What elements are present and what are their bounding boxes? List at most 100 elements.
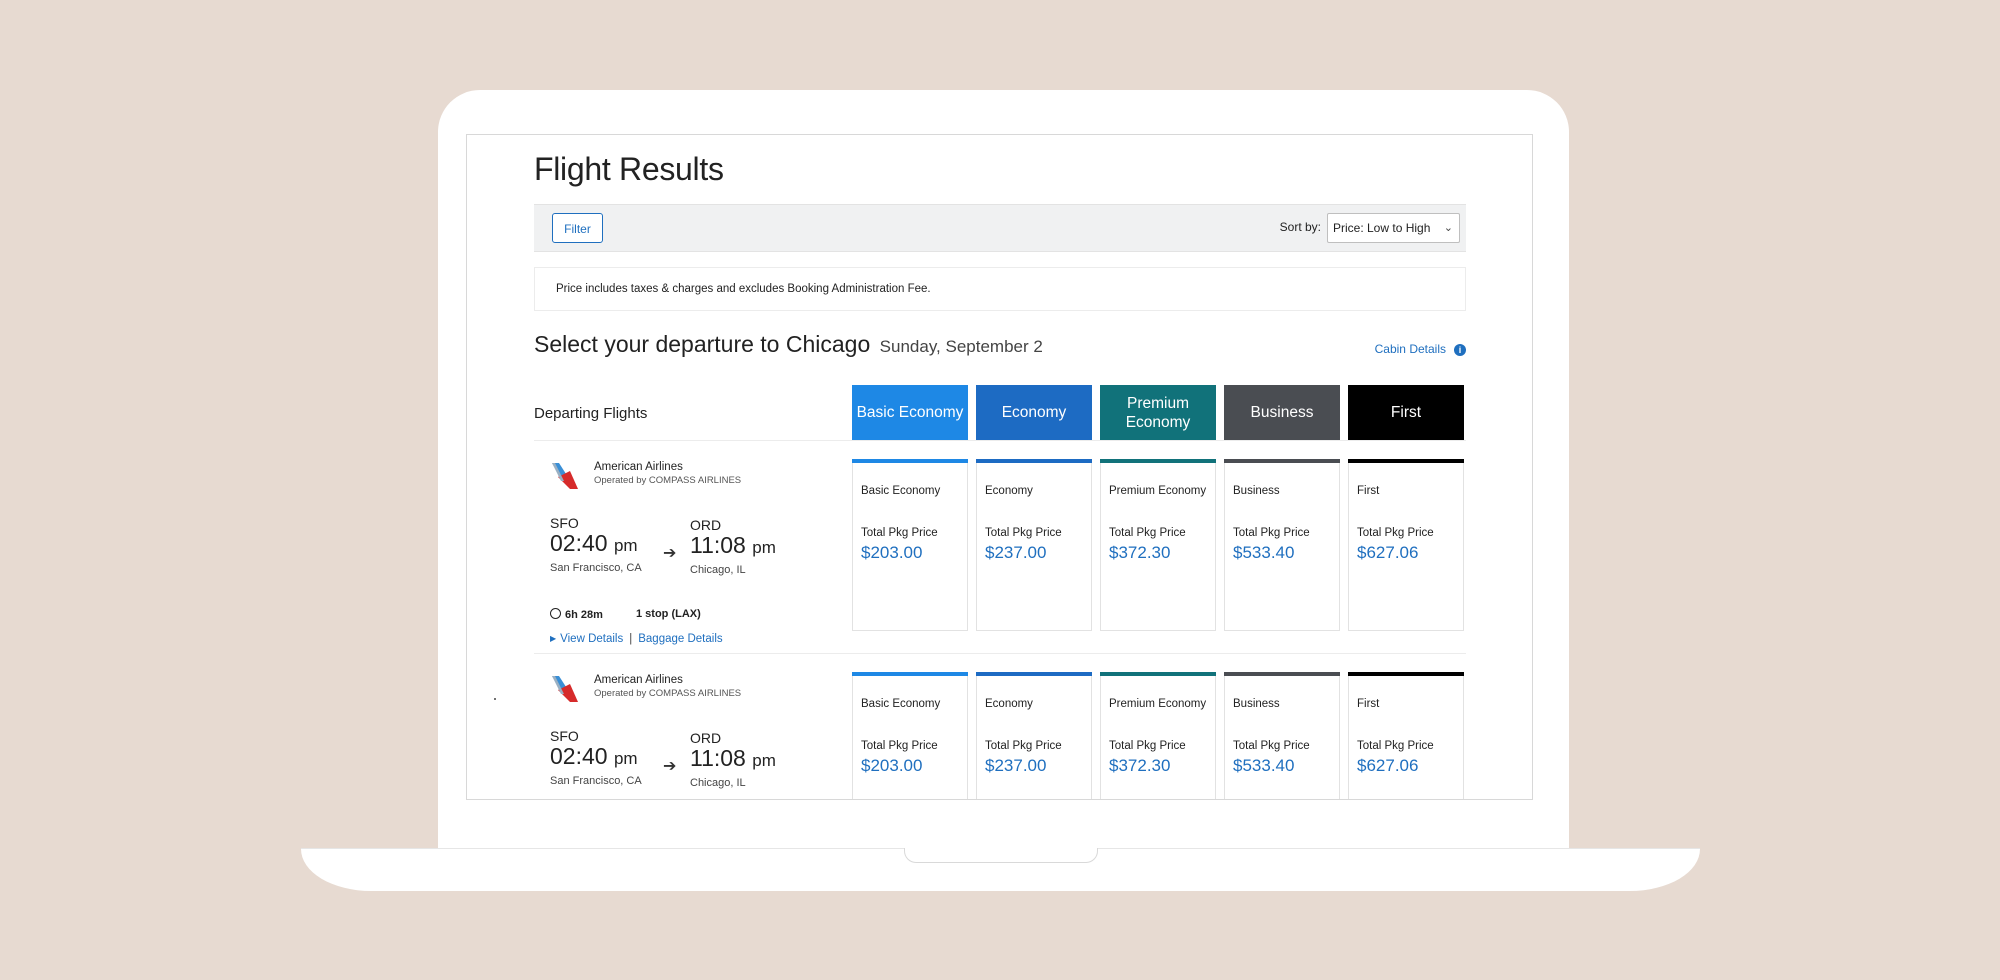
fare-color-bar	[1224, 459, 1340, 463]
fare-card[interactable]: Economy Total Pkg Price $237.00	[976, 672, 1092, 799]
row-divider	[534, 653, 1466, 654]
fare-card[interactable]: Business Total Pkg Price $533.40	[1224, 672, 1340, 799]
fare-price: $372.30	[1109, 756, 1171, 775]
fare-color-bar	[1100, 459, 1216, 463]
cabin-details-label: Cabin Details	[1374, 342, 1446, 356]
pkg-price-label: Total Pkg Price	[985, 527, 1062, 539]
sort-select-value: Price: Low to High	[1333, 221, 1431, 235]
destination-code: ORD	[690, 730, 722, 746]
pkg-price-label: Total Pkg Price	[985, 740, 1062, 752]
fare-name: Premium Economy	[1109, 698, 1207, 710]
arrive-ampm: pm	[752, 538, 776, 557]
depart-time: 02:40 pm	[550, 530, 638, 557]
sort-label: Sort by:	[1279, 220, 1321, 234]
section-heading: Select your departure to Chicago	[534, 331, 871, 357]
flight-links: ▶ View Details | Baggage Details	[550, 633, 723, 645]
cabin-header-premium-economy: Premium Economy	[1100, 385, 1216, 440]
depart-time: 02:40 pm	[550, 743, 638, 770]
page-title: Flight Results	[534, 151, 724, 187]
arrive-time: 11:08 pm	[690, 532, 776, 559]
sort-select[interactable]: Price: Low to High ⌄	[1327, 213, 1460, 243]
page-content: Flight Results Filter Sort by: Price: Lo…	[534, 135, 1466, 799]
arrive-time-value: 11:08	[690, 745, 746, 771]
fare-card[interactable]: Business Total Pkg Price $533.40	[1224, 459, 1340, 631]
depart-time-value: 02:40	[550, 530, 608, 556]
fare-card[interactable]: First Total Pkg Price $627.06	[1348, 459, 1464, 631]
departing-flights-label: Departing Flights	[534, 405, 648, 422]
fare-name: First	[1357, 485, 1380, 497]
fare-color-bar	[1348, 459, 1464, 463]
fare-price: $533.40	[1233, 756, 1295, 775]
fare-card[interactable]: Premium Economy Total Pkg Price $372.30	[1100, 672, 1216, 799]
depart-ampm: pm	[613, 536, 638, 555]
fare-name: Economy	[985, 698, 1033, 710]
fare-price: $533.40	[1233, 543, 1295, 562]
depart-time-value: 02:40	[550, 743, 608, 769]
row-divider	[534, 440, 1466, 441]
pkg-price-label: Total Pkg Price	[1233, 740, 1310, 752]
fare-name: Basic Economy	[861, 485, 941, 497]
results-toolbar: Filter Sort by: Price: Low to High ⌄	[534, 204, 1466, 252]
chevron-down-icon: ⌄	[1443, 222, 1453, 234]
fare-card[interactable]: Basic Economy Total Pkg Price $203.00	[852, 672, 968, 799]
fare-color-bar	[976, 459, 1092, 463]
arrive-time-value: 11:08	[690, 532, 746, 558]
origin-code: SFO	[550, 728, 579, 744]
fare-card[interactable]: Basic Economy Total Pkg Price $203.00	[852, 459, 968, 631]
depart-ampm: pm	[613, 749, 638, 768]
pkg-price-label: Total Pkg Price	[1109, 740, 1186, 752]
fare-name: Business	[1233, 698, 1280, 710]
pkg-price-label: Total Pkg Price	[1357, 527, 1434, 539]
fare-color-bar	[852, 459, 968, 463]
operated-by: Operated by COMPASS AIRLINES	[594, 688, 742, 699]
info-icon: i	[1454, 344, 1466, 356]
section-date: Sunday, September 2	[879, 337, 1043, 356]
laptop-screen: Flight Results Filter Sort by: Price: Lo…	[466, 134, 1533, 800]
fare-card[interactable]: Premium Economy Total Pkg Price $372.30	[1100, 459, 1216, 631]
destination-city: Chicago, IL	[690, 777, 746, 789]
fare-price: $237.00	[985, 543, 1047, 562]
cabin-header-basic-economy: Basic Economy	[852, 385, 968, 440]
fare-name: Business	[1233, 485, 1280, 497]
pkg-price-label: Total Pkg Price	[861, 740, 938, 752]
fare-price: $372.30	[1109, 543, 1171, 562]
fare-name: Basic Economy	[861, 698, 941, 710]
fare-price: $627.06	[1357, 756, 1419, 775]
fare-price: $203.00	[861, 756, 923, 775]
fare-card[interactable]: Economy Total Pkg Price $237.00	[976, 459, 1092, 631]
operated-by: Operated by COMPASS AIRLINES	[594, 475, 742, 486]
fare-name: Premium Economy	[1109, 485, 1207, 497]
fare-color-bar	[852, 672, 968, 676]
filter-button[interactable]: Filter	[552, 213, 603, 243]
fare-color-bar	[1348, 672, 1464, 676]
origin-city: San Francisco, CA	[550, 775, 642, 787]
baggage-details-link[interactable]: Baggage Details	[638, 633, 722, 645]
pkg-price-label: Total Pkg Price	[1109, 527, 1186, 539]
stray-dot	[494, 698, 496, 700]
pkg-price-label: Total Pkg Price	[861, 527, 938, 539]
airline-name: American Airlines	[594, 674, 683, 686]
cabin-header-first: First	[1348, 385, 1464, 440]
arrow-right-icon: ➔	[663, 758, 677, 775]
cabin-header-economy: Economy	[976, 385, 1092, 440]
arrive-ampm: pm	[752, 751, 776, 770]
caret-right-icon: ▶	[550, 634, 557, 643]
fare-price: $203.00	[861, 543, 923, 562]
laptop-notch	[904, 848, 1098, 863]
pkg-price-label: Total Pkg Price	[1357, 740, 1434, 752]
view-details-link[interactable]: View Details	[560, 633, 623, 645]
fare-price: $237.00	[985, 756, 1047, 775]
pkg-price-label: Total Pkg Price	[1233, 527, 1310, 539]
origin-city: San Francisco, CA	[550, 562, 642, 574]
duration-value: 6h 28m	[565, 609, 603, 621]
price-notice: Price includes taxes & charges and exclu…	[534, 267, 1466, 311]
origin-code: SFO	[550, 515, 579, 531]
cabin-details-link[interactable]: Cabin Details i	[1375, 342, 1466, 356]
destination-city: Chicago, IL	[690, 564, 746, 576]
fare-card[interactable]: First Total Pkg Price $627.06	[1348, 672, 1464, 799]
arrive-time: 11:08 pm	[690, 745, 776, 772]
flight-stops: 1 stop (LAX)	[636, 608, 701, 620]
fare-price: $627.06	[1357, 543, 1419, 562]
airline-name: American Airlines	[594, 461, 683, 473]
flight-duration: 6h 28m	[550, 608, 603, 621]
